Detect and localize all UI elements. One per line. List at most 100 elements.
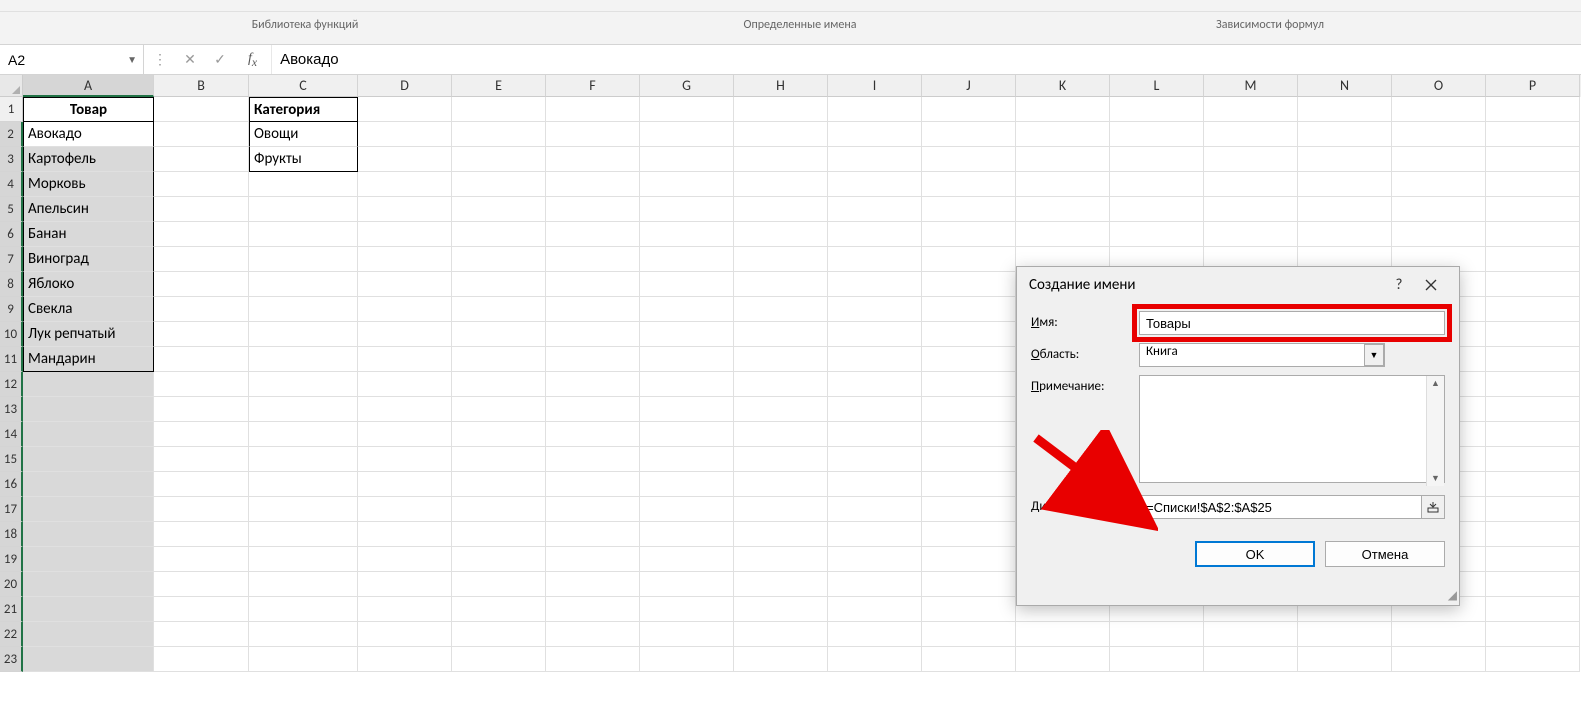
cell[interactable] (640, 272, 734, 297)
cell[interactable] (358, 272, 452, 297)
cell[interactable] (922, 347, 1016, 372)
cell[interactable] (154, 372, 249, 397)
cell[interactable] (922, 647, 1016, 672)
fx-icon[interactable]: fx (240, 51, 265, 69)
cell[interactable] (922, 272, 1016, 297)
cell[interactable] (358, 197, 452, 222)
cell[interactable] (154, 272, 249, 297)
cell[interactable] (546, 197, 640, 222)
cell[interactable] (546, 372, 640, 397)
cell[interactable] (1016, 197, 1110, 222)
cell[interactable] (734, 247, 828, 272)
cell[interactable] (640, 197, 734, 222)
column-header[interactable]: A (23, 75, 154, 97)
cell[interactable] (452, 372, 546, 397)
cell[interactable] (1486, 572, 1580, 597)
cell[interactable] (1110, 122, 1204, 147)
cell[interactable] (734, 422, 828, 447)
row-header[interactable]: 16 (0, 472, 23, 497)
cell[interactable] (922, 297, 1016, 322)
cell[interactable] (734, 322, 828, 347)
cell[interactable] (1298, 147, 1392, 172)
cell[interactable] (828, 372, 922, 397)
cell[interactable] (734, 97, 828, 122)
row-header[interactable]: 18 (0, 522, 23, 547)
cell[interactable] (1486, 222, 1580, 247)
cell[interactable] (546, 97, 640, 122)
cell[interactable] (154, 172, 249, 197)
cell[interactable] (640, 647, 734, 672)
cell[interactable] (828, 497, 922, 522)
cell[interactable] (1016, 172, 1110, 197)
cancel-icon[interactable]: ✕ (180, 51, 200, 68)
cell[interactable] (828, 647, 922, 672)
cell[interactable] (358, 472, 452, 497)
cell[interactable] (546, 472, 640, 497)
cell[interactable] (358, 447, 452, 472)
cell[interactable] (734, 522, 828, 547)
cell[interactable] (640, 572, 734, 597)
cell[interactable]: Картофель (23, 147, 154, 172)
cell[interactable] (452, 572, 546, 597)
cell[interactable] (734, 447, 828, 472)
cell[interactable] (23, 472, 154, 497)
cell[interactable] (546, 447, 640, 472)
cell[interactable] (1110, 622, 1204, 647)
cell[interactable] (828, 322, 922, 347)
cell[interactable] (452, 172, 546, 197)
cell[interactable] (1392, 197, 1486, 222)
cell[interactable]: Лук репчатый (23, 322, 154, 347)
cell[interactable] (358, 572, 452, 597)
cell[interactable] (23, 647, 154, 672)
cell[interactable]: Свекла (23, 297, 154, 322)
collapse-dialog-icon[interactable] (1421, 495, 1445, 519)
cell[interactable] (452, 447, 546, 472)
cell[interactable] (1298, 197, 1392, 222)
cell[interactable] (640, 297, 734, 322)
row-header[interactable]: 7 (0, 247, 23, 272)
cell[interactable] (154, 322, 249, 347)
cell[interactable] (546, 547, 640, 572)
cell[interactable] (1110, 222, 1204, 247)
cell[interactable] (154, 347, 249, 372)
cell[interactable]: Морковь (23, 172, 154, 197)
cell[interactable] (452, 397, 546, 422)
cell[interactable] (1486, 647, 1580, 672)
cell[interactable] (23, 547, 154, 572)
cell[interactable] (249, 547, 358, 572)
row-header[interactable]: 5 (0, 197, 23, 222)
row-header[interactable]: 10 (0, 322, 23, 347)
cell[interactable] (828, 147, 922, 172)
cell[interactable] (546, 347, 640, 372)
cell[interactable] (452, 97, 546, 122)
column-header[interactable]: I (828, 75, 922, 97)
cell[interactable] (640, 122, 734, 147)
cell[interactable] (249, 222, 358, 247)
cell[interactable] (1486, 372, 1580, 397)
cell[interactable] (1486, 422, 1580, 447)
cell[interactable] (358, 397, 452, 422)
cell[interactable] (358, 247, 452, 272)
cell[interactable] (249, 272, 358, 297)
cell[interactable] (1298, 222, 1392, 247)
cell[interactable] (546, 222, 640, 247)
select-all-corner[interactable] (0, 75, 23, 97)
cell[interactable] (23, 422, 154, 447)
cell[interactable] (734, 622, 828, 647)
cell[interactable] (249, 172, 358, 197)
cell[interactable] (1392, 97, 1486, 122)
cell[interactable] (828, 397, 922, 422)
cell[interactable] (734, 172, 828, 197)
cell[interactable] (828, 597, 922, 622)
cell[interactable] (1392, 222, 1486, 247)
column-header[interactable]: E (452, 75, 546, 97)
cell[interactable] (922, 497, 1016, 522)
cell[interactable] (249, 647, 358, 672)
cell[interactable] (1204, 122, 1298, 147)
column-header[interactable]: B (154, 75, 249, 97)
cell[interactable] (358, 497, 452, 522)
cell[interactable] (154, 297, 249, 322)
cell[interactable] (922, 597, 1016, 622)
cell[interactable] (452, 322, 546, 347)
cell[interactable] (828, 247, 922, 272)
